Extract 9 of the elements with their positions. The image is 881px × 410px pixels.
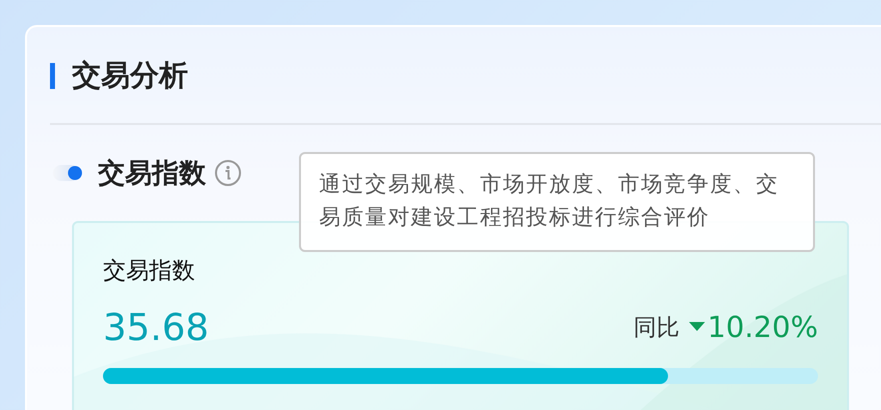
metric-value: 35.68 bbox=[103, 306, 209, 348]
tooltip-text: 通过交易规模、市场开放度、市场竞争度、交易质量对建设工程招投标进行综合评价 bbox=[319, 172, 779, 230]
metric-label: 交易指数 bbox=[103, 257, 196, 286]
panel-title: 交易分析 bbox=[72, 57, 188, 94]
title-accent-bar bbox=[50, 63, 55, 89]
change-value: 10.20% bbox=[707, 310, 818, 344]
section-title: 交易指数 bbox=[98, 157, 206, 191]
info-icon[interactable] bbox=[214, 159, 242, 187]
compare-label: 同比 bbox=[633, 314, 680, 342]
